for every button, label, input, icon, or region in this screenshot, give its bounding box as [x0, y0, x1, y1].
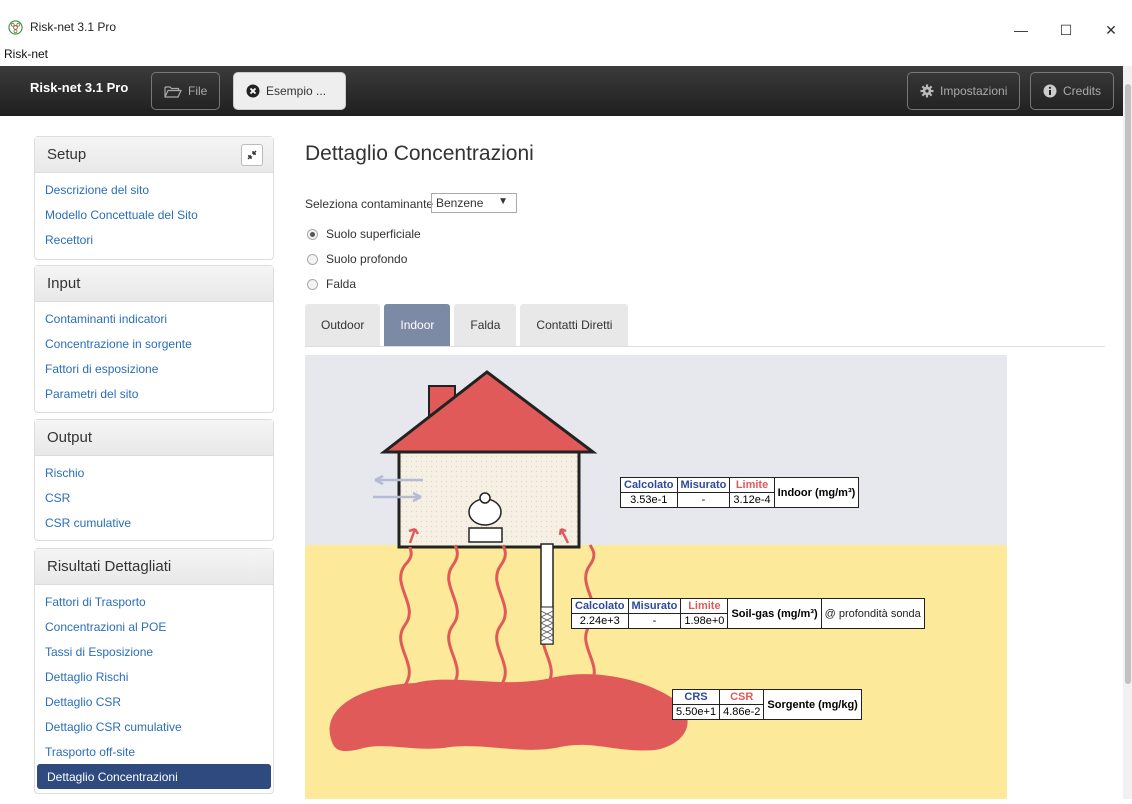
source-v-crs: 5.50e+1	[671, 704, 721, 720]
indoor-scene-illustration	[305, 355, 1007, 799]
sidebar-item-contaminanti[interactable]: Contaminanti indicatori	[35, 306, 273, 331]
tab-indoor[interactable]: Indoor	[384, 304, 451, 346]
impostazioni-button-label: Impostazioni	[940, 84, 1008, 98]
sidebar-item-concentrazioni-poe[interactable]: Concentrazioni al POE	[35, 614, 273, 639]
sidebar-item-csr[interactable]: CSR	[35, 485, 273, 510]
sidebar-item-parametri[interactable]: Parametri del sito	[35, 381, 273, 406]
tab-outdoor[interactable]: Outdoor	[305, 304, 381, 346]
indoor-scene: Calcolato Misurato Limite Indoor (mg/m³)…	[305, 355, 1007, 799]
radio-suolo-profondo[interactable]: Suolo profondo	[307, 252, 407, 266]
sidebar-item-modello[interactable]: Modello Concettuale del Sito	[35, 202, 273, 227]
contaminant-select-label: Seleziona contaminante	[305, 197, 434, 211]
window-titlebar: Risk-net 3.1 Pro — ☐ ✕	[0, 0, 1132, 48]
contaminant-select-value: Benzene	[436, 196, 484, 210]
window-title: Risk-net 3.1 Pro	[30, 20, 117, 34]
esempio-button[interactable]: Esempio ...	[233, 72, 346, 110]
indoor-label: Indoor (mg/m³)	[773, 477, 860, 508]
page-title: Dettaglio Concentrazioni	[305, 142, 534, 165]
output-panel: Output Rischio CSR CSR cumulative	[34, 419, 274, 541]
output-panel-header: Output	[35, 420, 273, 456]
source-h-crs: CRS	[671, 689, 721, 705]
impostazioni-button[interactable]: Impostazioni	[907, 72, 1021, 110]
radio-checked-icon	[307, 228, 318, 240]
input-panel-header: Input	[35, 266, 273, 302]
setup-panel: Setup Descrizione del sito Modello Conce…	[34, 136, 274, 260]
risultati-panel: Risultati Dettagliati Fattori di Traspor…	[34, 548, 274, 794]
sidebar-item-recettori[interactable]: Recettori	[35, 227, 273, 252]
source-label: Sorgente (mg/kg)	[763, 689, 862, 720]
sidebar-item-tassi-esposizione[interactable]: Tassi di Esposizione	[35, 639, 273, 664]
soilgas-v-limite: 1.98e+0	[680, 613, 729, 629]
soilgas-v-calcolato: 2.24e+3	[571, 613, 629, 629]
soilgas-h-misurato: Misurato	[627, 598, 682, 614]
input-title: Input	[47, 275, 81, 292]
risultati-title: Risultati Dettagliati	[47, 558, 172, 575]
indoor-v-limite: 3.12e-4	[729, 492, 775, 508]
indoor-h-limite: Limite	[729, 477, 775, 493]
soilgas-label: Soil-gas (mg/m³)	[727, 598, 822, 629]
dropdown-arrow-icon: ▼	[498, 196, 508, 207]
pathway-tabs: Outdoor Indoor Falda Contatti Diretti	[305, 304, 629, 346]
radio-label: Suolo superficiale	[326, 227, 421, 241]
sidebar-item-dettaglio-rischi[interactable]: Dettaglio Rischi	[35, 664, 273, 689]
gear-icon	[920, 84, 934, 98]
radio-unchecked-icon	[307, 278, 318, 290]
sidebar-item-fattori-esposizione[interactable]: Fattori di esposizione	[35, 356, 273, 381]
risultati-panel-header: Risultati Dettagliati	[35, 549, 273, 585]
sidebar-item-trasporto-offsite[interactable]: Trasporto off-site	[35, 739, 273, 764]
app-logo-icon	[8, 20, 23, 35]
soilgas-h-limite: Limite	[680, 598, 729, 614]
radio-label: Falda	[326, 277, 357, 291]
indoor-table: Calcolato Misurato Limite Indoor (mg/m³)…	[620, 477, 860, 508]
setup-title: Setup	[47, 146, 87, 163]
sidebar-item-fattori-trasporto[interactable]: Fattori di Trasporto	[35, 589, 273, 614]
compress-icon	[247, 150, 257, 160]
tab-contatti-diretti[interactable]: Contatti Diretti	[520, 304, 629, 346]
folder-open-icon	[164, 85, 182, 98]
contaminant-select[interactable]: Benzene ▼	[431, 193, 517, 213]
collapse-sidebar-button[interactable]	[241, 144, 263, 166]
source-table: CRS CSR Sorgente (mg/kg) 5.50e+1 4.86e-2	[671, 689, 862, 720]
sidebar-item-concentrazione[interactable]: Concentrazione in sorgente	[35, 331, 273, 356]
credits-button[interactable]: Credits	[1030, 72, 1115, 110]
indoor-h-misurato: Misurato	[676, 477, 731, 493]
maximize-button[interactable]: ☐	[1043, 16, 1089, 44]
file-button[interactable]: File	[151, 72, 221, 110]
minimize-button[interactable]: —	[998, 16, 1044, 44]
radio-label: Suolo profondo	[326, 252, 408, 266]
sidebar-item-csr-cumulative[interactable]: CSR cumulative	[35, 510, 273, 535]
indoor-v-misurato: -	[676, 492, 731, 508]
radio-falda[interactable]: Falda	[307, 277, 356, 291]
radio-suolo-superficiale[interactable]: Suolo superficiale	[307, 227, 421, 241]
input-panel: Input Contaminanti indicatori Concentraz…	[34, 265, 274, 413]
sidebar-item-dettaglio-concentrazioni[interactable]: Dettaglio Concentrazioni	[37, 764, 271, 789]
soilgas-depth-note: @ profondità sonda	[820, 598, 925, 629]
credits-button-label: Credits	[1063, 84, 1102, 98]
soilgas-table: Calcolato Misurato Limite Soil-gas (mg/m…	[571, 598, 925, 629]
top-navbar: Risk-net 3.1 Pro File Esempio ... Impost…	[0, 66, 1132, 116]
sidebar-item-descrizione[interactable]: Descrizione del sito	[35, 177, 273, 202]
source-v-csr: 4.86e-2	[719, 704, 765, 720]
tab-falda[interactable]: Falda	[454, 304, 517, 346]
source-h-csr: CSR	[719, 689, 765, 705]
brand-label: Risk-net 3.1 Pro	[30, 80, 129, 95]
close-circle-icon	[246, 84, 260, 98]
scrollbar-thumb[interactable]	[1125, 84, 1131, 684]
close-button[interactable]: ✕	[1088, 16, 1132, 44]
info-icon	[1043, 84, 1057, 98]
soilgas-h-calcolato: Calcolato	[571, 598, 629, 614]
indoor-v-calcolato: 3.53e-1	[620, 492, 678, 508]
output-title: Output	[47, 429, 93, 446]
esempio-button-label: Esempio ...	[266, 84, 327, 98]
indoor-h-calcolato: Calcolato	[620, 477, 678, 493]
tab-divider	[305, 346, 1105, 347]
sidebar-item-dettaglio-csr[interactable]: Dettaglio CSR	[35, 689, 273, 714]
file-button-label: File	[188, 84, 208, 98]
sidebar-item-dettaglio-csr-cumulative[interactable]: Dettaglio CSR cumulative	[35, 714, 273, 739]
setup-panel-header: Setup	[35, 137, 273, 173]
menu-risknet[interactable]: Risk-net	[4, 47, 48, 61]
soilgas-v-misurato: -	[627, 613, 682, 629]
radio-unchecked-icon	[307, 253, 318, 265]
sidebar-item-rischio[interactable]: Rischio	[35, 460, 273, 485]
